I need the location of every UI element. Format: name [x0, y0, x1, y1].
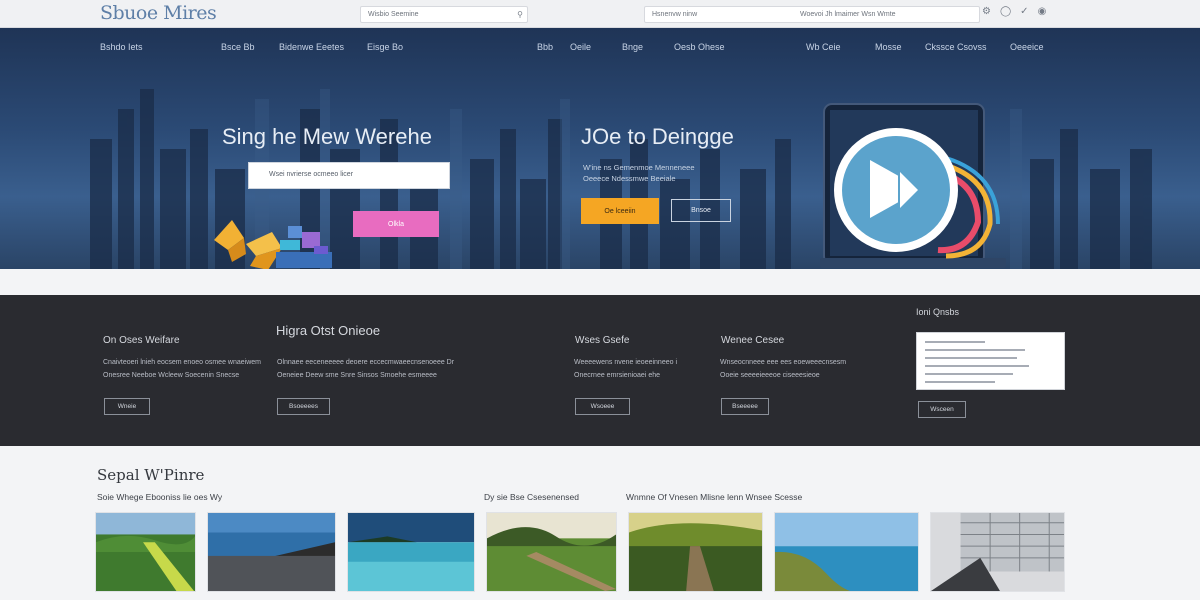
header-icons: ⚙ ◯ ✓ ◉: [982, 6, 1046, 17]
feature-1-line-1: Cnaivteoeri lnieh eocsem enoeo osmee wna…: [103, 359, 261, 366]
feature-3-line-2: Onecrnee emrsienioaei ehe: [574, 372, 660, 379]
nav-item-3[interactable]: Bidenwe Eeetes: [279, 42, 344, 52]
gallery-thumb-green-hills[interactable]: [95, 512, 196, 592]
gallery-subtitle-right: Wnmne Of Vnesen Mlisne lenn Wnsee Scesse: [626, 492, 803, 502]
gallery-thumb-ocean[interactable]: [347, 512, 475, 592]
site-logo[interactable]: Sbuoe Mires: [100, 2, 217, 24]
nav-item-9[interactable]: Wb Ceie: [806, 42, 841, 52]
feature-2-line-2: Oeneiee Deew sme Snre Sinsos Smoehe esme…: [277, 372, 437, 379]
hero-input-placeholder: Wsei nvrierse ocmeeo licer: [269, 171, 354, 178]
section-spacer: [0, 269, 1200, 295]
features-section: On Oses Weifare Cnaivteoeri lnieh eocsem…: [0, 295, 1200, 446]
main-nav: Bshdo Iets Bsce Bb Bidenwe Eeetes Eisge …: [0, 42, 1200, 56]
hero-orange-button[interactable]: Oe lceeiin: [581, 198, 659, 224]
search-input-left[interactable]: Wisbio Seemine ⚲: [360, 6, 528, 23]
feature-5-text-box: [916, 332, 1065, 390]
text-line: [925, 365, 1029, 367]
search-placeholder-right: Woevoi Jh lmaimer Wsn Wmte: [800, 11, 896, 18]
cart-icon[interactable]: ✓: [1020, 6, 1028, 17]
hero-title-left: Sing he Mew Werehe: [222, 124, 432, 149]
gallery-thumb-beach-sky[interactable]: [207, 512, 336, 592]
hero-banner: Bshdo Iets Bsce Bb Bidenwe Eeetes Eisge …: [0, 28, 1200, 269]
text-line: [925, 373, 1013, 375]
nav-item-11[interactable]: Ckssce Csovss: [925, 42, 987, 52]
nav-item-7[interactable]: Bnge: [622, 42, 643, 52]
gallery-subtitle-left: Soie Whege Ebooniss lie oes Wy: [97, 492, 223, 502]
nav-item-12[interactable]: Oeeeice: [1010, 42, 1044, 52]
nav-item-8[interactable]: Oesb Ohese: [674, 42, 725, 52]
hero-subtitle: W'ine ns Gemenmoe Menneneee Oeeece Ndess…: [583, 162, 753, 184]
search-icon[interactable]: ⚲: [517, 10, 523, 19]
hero-input-field[interactable]: Wsei nvrierse ocmeeo licer: [248, 162, 450, 189]
nav-item-6[interactable]: Oeile: [570, 42, 591, 52]
text-line: [925, 381, 995, 383]
text-line: [925, 349, 1025, 351]
nav-item-5[interactable]: Bbb: [537, 42, 553, 52]
globe-icon[interactable]: ◉: [1038, 6, 1047, 17]
top-bar: Sbuoe Mires Wisbio Seemine ⚲ Hsnenvw nin…: [0, 0, 1200, 28]
hero-subtitle-line-1: W'ine ns Gemenmoe Menneneee: [583, 163, 695, 172]
gallery-subtitle-middle: Dy sie Bse Csesenensed: [484, 492, 579, 502]
text-line: [925, 341, 985, 343]
feature-5-button[interactable]: Wsceen: [918, 401, 966, 418]
gallery-thumb-valley-path[interactable]: [486, 512, 617, 592]
user-icon[interactable]: ◯: [1000, 6, 1011, 17]
hero-pink-button[interactable]: Olkla: [353, 211, 439, 237]
feature-3-button[interactable]: Wsoeee: [575, 398, 630, 415]
feature-3-title: Wses Gsefe: [575, 335, 630, 346]
feature-4-line-1: Wnseocnneee eee ees eoeweeecnsesm: [720, 359, 847, 366]
search-placeholder-left: Hsnenvw ninw: [652, 11, 698, 18]
search-placeholder: Wisbio Seemine: [368, 11, 419, 18]
feature-2-line-1: Olnnaee eeceneeeee deoere eccecmwaeecnse…: [277, 359, 455, 366]
gallery-thumb-forest-road[interactable]: [628, 512, 763, 592]
nav-item-10[interactable]: Mosse: [875, 42, 902, 52]
hero-subtitle-line-2: Oeeece Ndessmwe Beeiale: [583, 174, 676, 183]
feature-4-button[interactable]: Bseeeee: [721, 398, 769, 415]
feature-4-title: Wenee Cesee: [721, 335, 785, 346]
feature-4-line-2: Ooeie seeeeieeeoe ciseeesieoe: [720, 372, 820, 379]
feature-3-line-1: Weeeewens nvene ieoeeinneeo i: [574, 359, 678, 366]
feature-5-title: Ioni Qnsbs: [916, 307, 960, 317]
settings-icon[interactable]: ⚙: [982, 6, 991, 17]
feature-1-title: On Oses Weifare: [103, 335, 180, 346]
search-input-right[interactable]: Hsnenvw ninw Woevoi Jh lmaimer Wsn Wmte: [644, 6, 980, 23]
gallery-title: Sepal W'Pinre: [97, 466, 205, 484]
colored-cubes-illustration: [214, 220, 332, 269]
nav-item-1[interactable]: Bshdo Iets: [100, 42, 143, 52]
hero-outline-button[interactable]: Bnsoe: [671, 199, 731, 222]
feature-2-title: Higra Otst Onieoe: [276, 323, 381, 338]
nav-item-4[interactable]: Eisge Bo: [367, 42, 403, 52]
feature-1-button[interactable]: Wneie: [104, 398, 150, 415]
text-line: [925, 357, 1017, 359]
feature-2-button[interactable]: Bsoeeees: [277, 398, 330, 415]
nav-item-2[interactable]: Bsce Bb: [221, 42, 255, 52]
gallery-thumb-coastline[interactable]: [774, 512, 919, 592]
hero-title-right: JOe to Deingge: [581, 124, 734, 149]
feature-1-line-2: Onesree Neeboe Wcleew Soecenin Snecse: [103, 372, 240, 379]
gallery-thumb-architecture[interactable]: [930, 512, 1065, 592]
tablet-play-illustration: [820, 103, 1006, 268]
